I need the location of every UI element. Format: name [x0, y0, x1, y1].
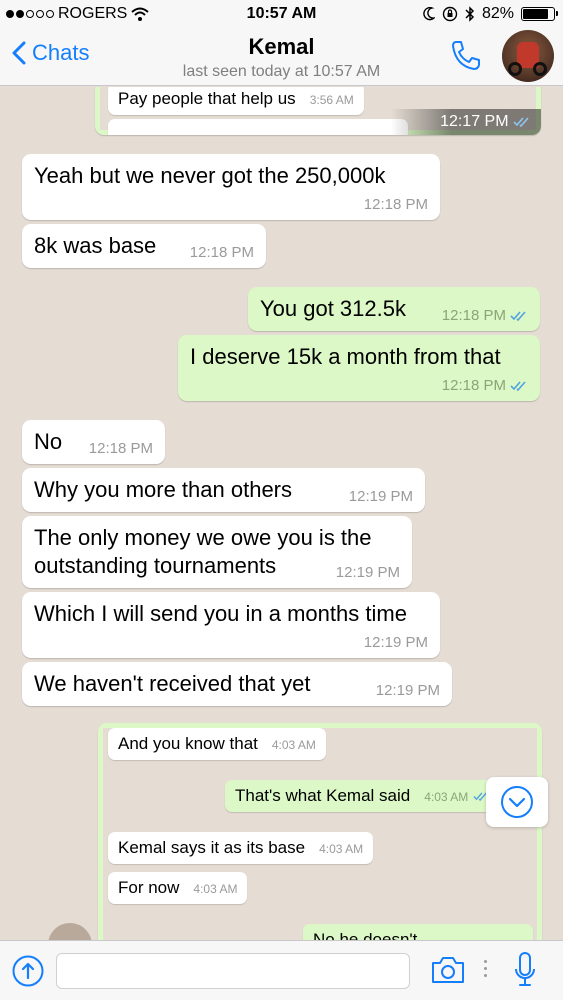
quoted-message-cut: [108, 119, 408, 135]
quoted-message: For now 4:03 AM: [108, 872, 248, 904]
battery-icon: [521, 7, 558, 21]
quoted-message: And you know that 4:03 AM: [108, 728, 326, 760]
status-bar: ROGERS 10:57 AM 82%: [0, 0, 563, 30]
scroll-down-icon: [501, 786, 533, 818]
plus-circle-icon[interactable]: [12, 955, 44, 987]
outgoing-message[interactable]: I deserve 15k a month from that 12:18 PM: [178, 335, 540, 401]
status-right: 82%: [423, 5, 558, 23]
incoming-message[interactable]: No 12:18 PM: [22, 420, 165, 464]
incoming-message[interactable]: Yeah but we never got the 250,000k 12:18…: [22, 154, 440, 220]
bluetooth-icon: [465, 6, 475, 22]
quoted-message: No he doesn't: [303, 924, 533, 940]
message-time: 12:18 PM: [363, 196, 428, 213]
message-time: 12:19 PM: [363, 634, 428, 651]
camera-icon[interactable]: [430, 955, 466, 985]
message-time: 12:18 PM: [88, 440, 153, 457]
double-check-icon: [510, 380, 526, 391]
chat-header: Chats Kemal last seen today at 10:57 AM: [0, 30, 563, 86]
message-time: 12:19 PM: [348, 488, 413, 505]
double-check-icon: [513, 117, 529, 127]
quoted-message: Kemal says it as its base 4:03 AM: [108, 832, 374, 864]
message-list[interactable]: Pay people that help us 3:56 AM 12:17 PM …: [0, 87, 563, 940]
incoming-message[interactable]: Which I will send you in a months time 1…: [22, 592, 440, 658]
quoted-message: That's what Kemal said 4:03 AM: [225, 780, 499, 812]
incoming-message[interactable]: 8k was base 12:18 PM: [22, 224, 266, 268]
avatar[interactable]: [502, 30, 554, 82]
microphone-icon[interactable]: [514, 951, 536, 991]
incoming-message[interactable]: Why you more than others 12:19 PM: [22, 468, 425, 512]
image-message[interactable]: Pay people that help us 3:56 AM 12:17 PM: [95, 87, 541, 135]
more-dots-icon: [484, 960, 487, 977]
quoted-message: Pay people that help us 3:56 AM: [108, 87, 364, 115]
outgoing-message[interactable]: You got 312.5k 12:18 PM: [248, 287, 540, 331]
message-time: 12:18 PM: [189, 244, 254, 261]
scroll-down-button[interactable]: [486, 777, 548, 827]
battery-percent: 82%: [481, 5, 514, 22]
lock-rotation-icon: [442, 6, 458, 22]
double-check-icon: [510, 310, 526, 321]
message-input[interactable]: [56, 953, 410, 989]
message-time: 12:19 PM: [335, 564, 400, 581]
incoming-message[interactable]: We haven't received that yet 12:19 PM: [22, 662, 452, 706]
moon-icon: [423, 7, 435, 21]
image-timestamp: 12:17 PM: [391, 109, 541, 135]
play-icon[interactable]: [48, 923, 92, 940]
message-time: 12:19 PM: [375, 682, 440, 699]
message-time: 12:18 PM: [441, 377, 506, 394]
phone-icon[interactable]: [448, 38, 484, 74]
message-time: 12:18 PM: [441, 307, 506, 324]
compose-bar: [0, 940, 563, 1000]
incoming-message[interactable]: The only money we owe you is the outstan…: [22, 516, 412, 588]
image-message[interactable]: And you know that 4:03 AM That's what Kem…: [98, 723, 542, 940]
